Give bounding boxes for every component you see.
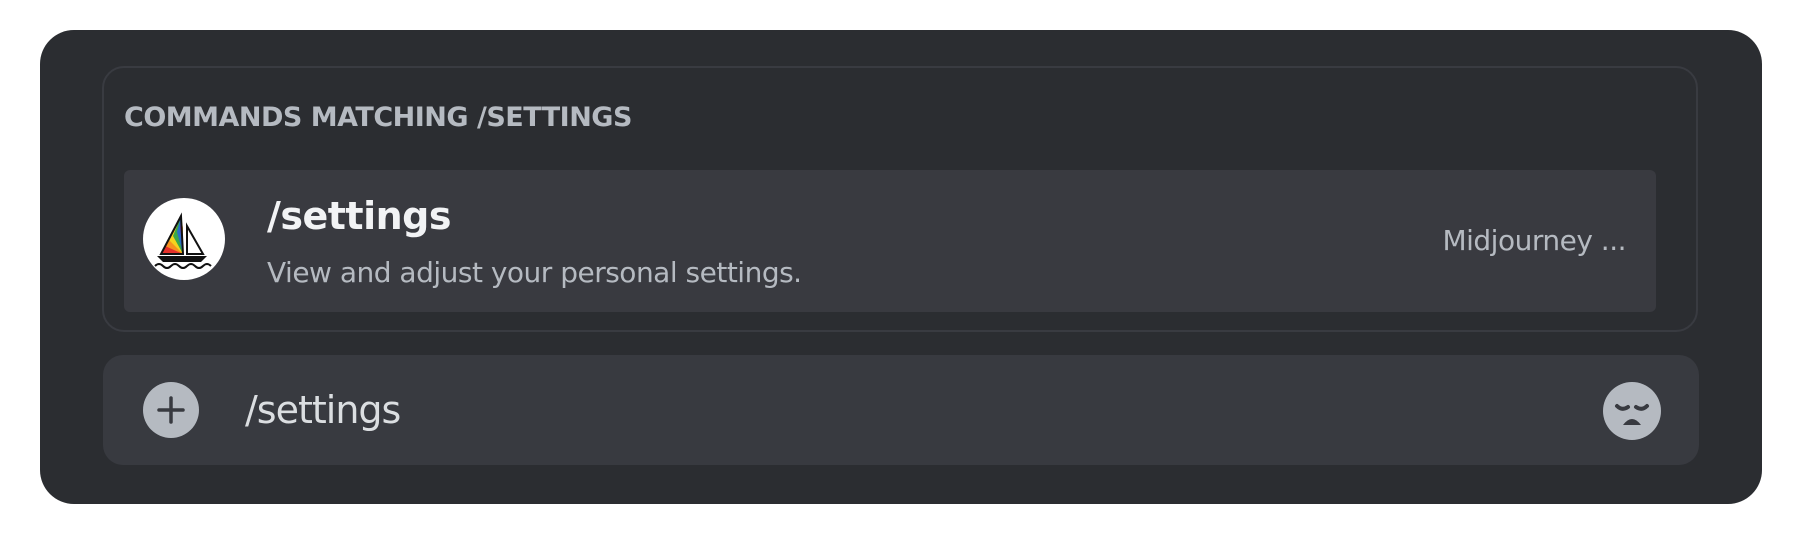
command-source-app: Midjourney ...: [1442, 224, 1626, 257]
midjourney-sailboat-icon: [143, 198, 225, 280]
message-input[interactable]: [245, 373, 1545, 447]
command-description: View and adjust your personal settings.: [267, 256, 802, 289]
sad-face-emoji-icon[interactable]: [1603, 382, 1661, 440]
command-option-settings[interactable]: /settings View and adjust your personal …: [124, 170, 1656, 312]
command-name: /settings: [267, 194, 452, 238]
command-autocomplete-popup: COMMANDS MATCHING /SETTINGS /settings Vi…: [102, 66, 1698, 332]
chat-composer-panel: COMMANDS MATCHING /SETTINGS /settings Vi…: [40, 30, 1762, 504]
autocomplete-heading: COMMANDS MATCHING /SETTINGS: [124, 102, 632, 133]
plus-circle-icon[interactable]: [143, 382, 199, 438]
message-input-bar: [103, 355, 1699, 465]
